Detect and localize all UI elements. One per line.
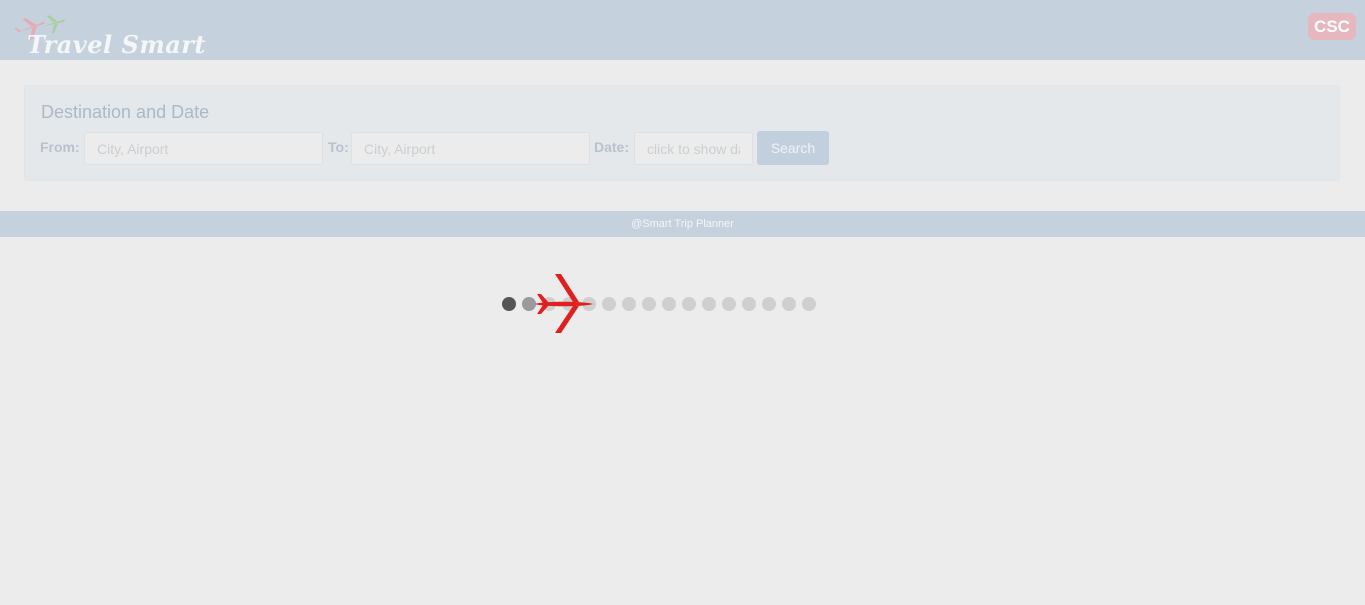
search-button[interactable]: Search xyxy=(757,131,829,165)
date-label: Date: xyxy=(594,139,630,155)
loader-dot xyxy=(782,297,796,311)
loader-dot xyxy=(742,297,756,311)
footer-text: @Smart Trip Planner xyxy=(631,218,734,230)
loading-indicator xyxy=(502,274,816,333)
loader-dot xyxy=(722,297,736,311)
loader-dot xyxy=(622,297,636,311)
loader-dot xyxy=(522,297,536,311)
csc-badge[interactable]: CSC xyxy=(1308,13,1356,40)
loader-dot xyxy=(802,297,816,311)
footer-bar: @Smart Trip Planner xyxy=(0,211,1365,237)
loader-dot xyxy=(502,297,516,311)
to-input[interactable] xyxy=(351,132,590,165)
loader-dot xyxy=(762,297,776,311)
loader-dot xyxy=(662,297,676,311)
to-label: To: xyxy=(328,139,349,155)
date-input[interactable] xyxy=(634,132,753,165)
logo-text: Travel Smart xyxy=(27,30,207,59)
loader-dot xyxy=(602,297,616,311)
loader-dot xyxy=(642,297,656,311)
header-bar: Travel Smart CSC xyxy=(0,0,1365,60)
loader-dot xyxy=(702,297,716,311)
search-panel: Destination and Date From: To: Date: Sea… xyxy=(24,85,1340,181)
from-label: From: xyxy=(40,139,80,155)
logo[interactable]: Travel Smart xyxy=(12,12,206,59)
airplane-icon xyxy=(535,274,593,333)
loader-dot xyxy=(682,297,696,311)
panel-title: Destination and Date xyxy=(41,102,210,122)
from-input[interactable] xyxy=(84,132,323,165)
